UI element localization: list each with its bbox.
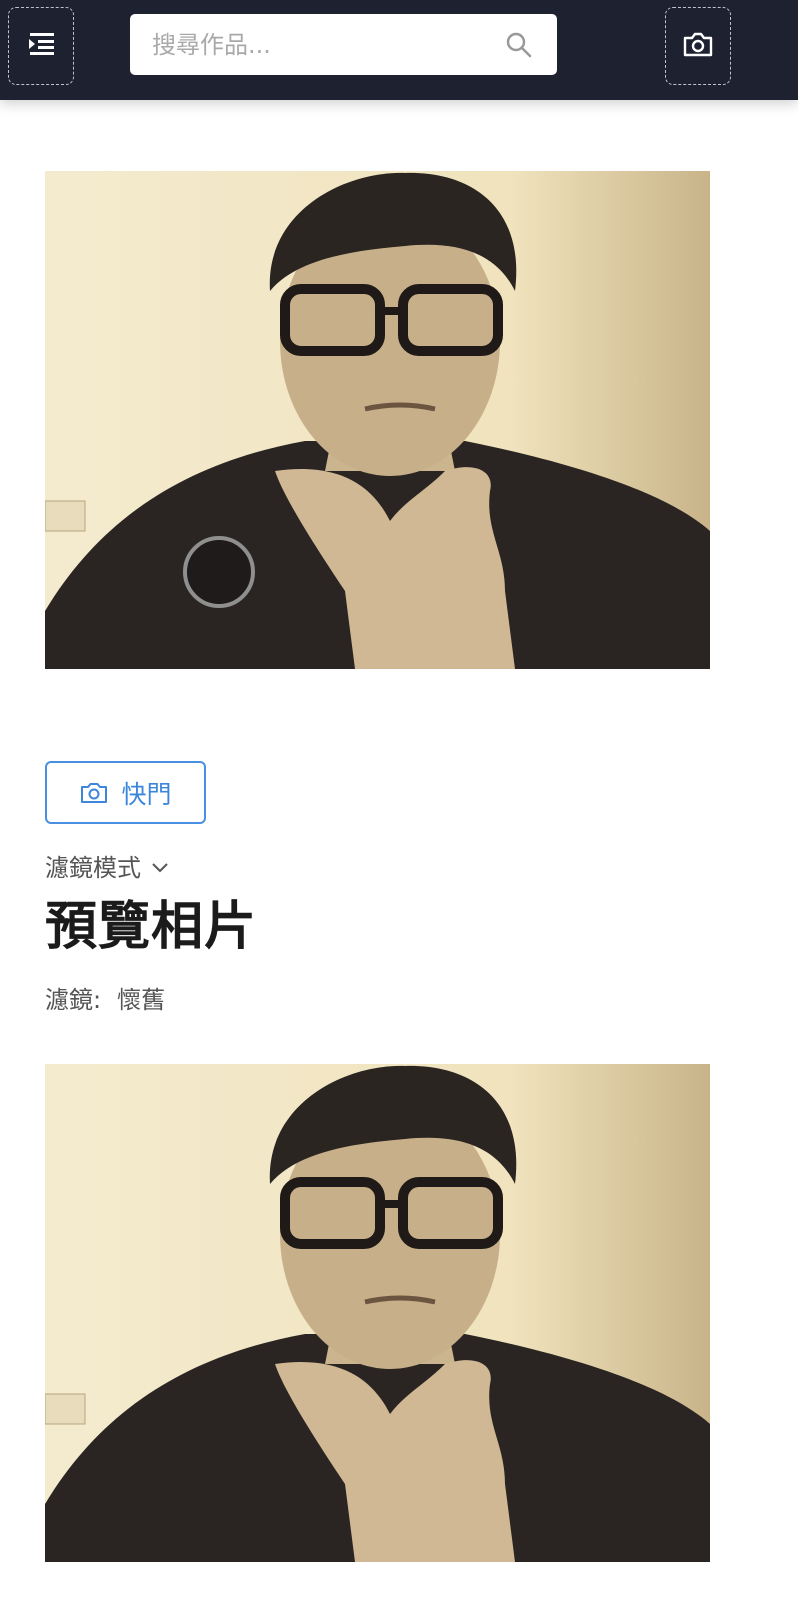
preview-photo	[45, 1064, 710, 1562]
filter-info: 濾鏡: 懷舊	[45, 980, 165, 1015]
shutter-button[interactable]: 快門	[45, 761, 206, 824]
page-title: 預覽相片	[45, 897, 258, 957]
top-bar	[0, 0, 798, 100]
shutter-label: 快門	[121, 779, 172, 809]
search-icon[interactable]	[503, 29, 535, 61]
camera-live-view	[45, 171, 710, 669]
search-input[interactable]	[152, 30, 503, 59]
filter-label: 濾鏡:	[45, 986, 102, 1014]
filter-mode-label: 濾鏡模式	[45, 854, 141, 882]
camera-icon	[79, 778, 109, 808]
menu-indent-icon	[24, 29, 58, 63]
search-bar	[130, 14, 557, 75]
camera-icon	[682, 30, 714, 62]
filter-mode-dropdown[interactable]: 濾鏡模式	[45, 848, 169, 883]
camera-button[interactable]	[665, 7, 731, 85]
menu-button[interactable]	[8, 7, 74, 85]
chevron-down-icon	[151, 852, 169, 880]
circle-shutter-icon[interactable]	[183, 536, 255, 608]
filter-value: 懷舊	[117, 986, 166, 1014]
